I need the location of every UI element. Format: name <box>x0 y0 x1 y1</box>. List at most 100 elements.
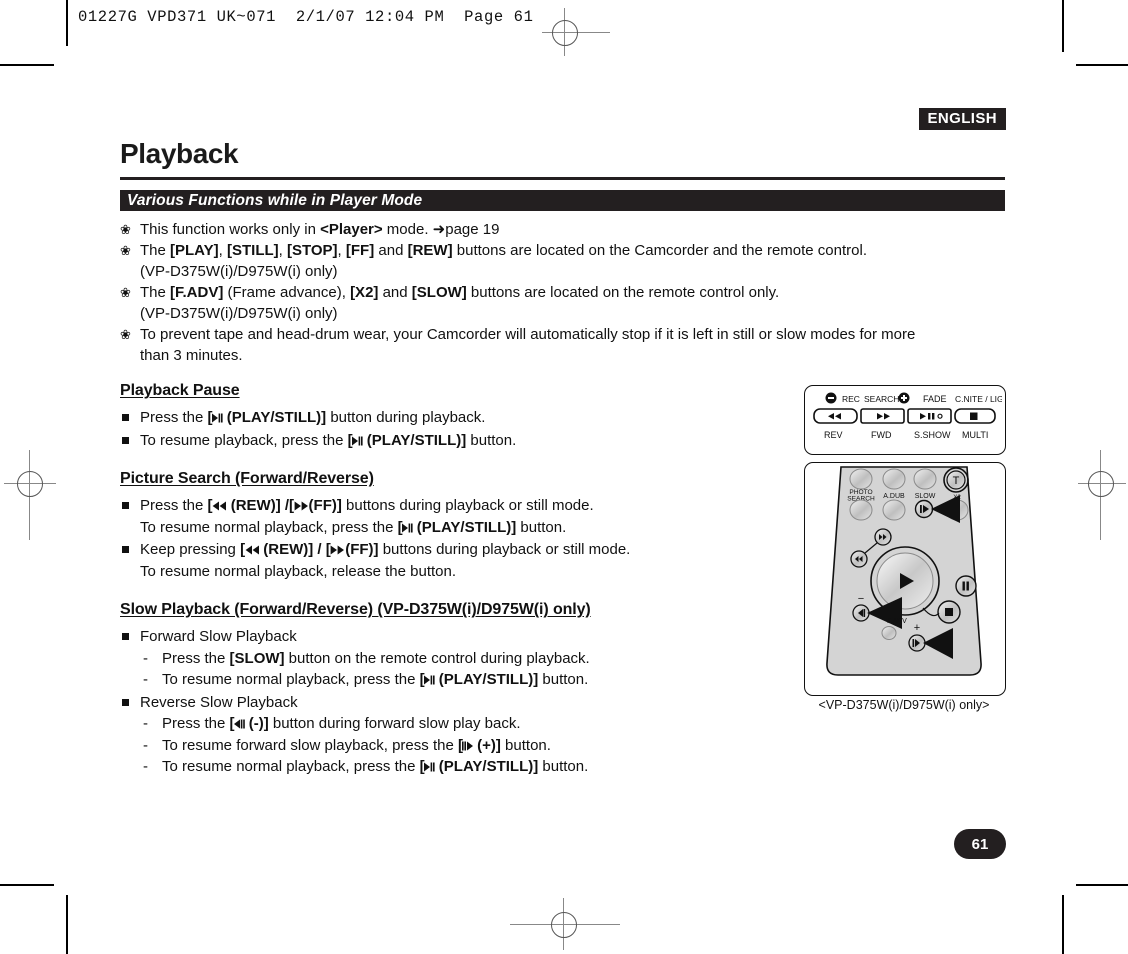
bullet-list: Press the [ (PLAY/STILL)] button during … <box>120 407 820 451</box>
note-subline: (VP-D375W(i)/D975W(i) only) <box>140 263 338 280</box>
bullet-list: Press the [ (REW)] /[(FF)] buttons durin… <box>120 495 820 582</box>
svg-text:SLOW: SLOW <box>915 493 936 500</box>
sub-list-item: - Press the [ (-)] button during forward … <box>140 713 840 735</box>
crop-mark-top-left-h <box>0 64 54 66</box>
flower-bullet-icon: ❀ <box>120 222 131 237</box>
fastforward-glyph-icon: [ <box>289 497 309 514</box>
flower-bullet-icon: ❀ <box>120 327 131 342</box>
svg-text:FWD: FWD <box>871 430 892 440</box>
title-rule <box>120 177 1005 180</box>
square-bullet-icon <box>122 698 129 706</box>
sub-list-item: - Press the [SLOW] button on the remote c… <box>140 648 840 670</box>
registration-mark-right <box>1078 450 1128 550</box>
figure-remote-control: T PHOTO SEARCH A.DUB SLOW X2 <box>804 462 1006 696</box>
svg-text:REV: REV <box>824 430 843 440</box>
fastforward-glyph-icon: [ <box>326 541 346 558</box>
flower-bullet-icon: ❀ <box>120 243 131 258</box>
section-heading: Picture Search (Forward/Reverse) <box>120 470 374 487</box>
crop-mark-bottom-right-h <box>1076 884 1128 886</box>
svg-text:MULTI: MULTI <box>962 430 988 440</box>
flower-bullet-icon: ❀ <box>120 285 131 300</box>
list-item: Press the [ (PLAY/STILL)] button during … <box>120 407 820 429</box>
play-still-glyph-icon: [ <box>420 758 439 775</box>
note-item: ❀ The [PLAY], [STILL], [STOP], [FF] and … <box>120 240 1015 282</box>
note-subline: (VP-D375W(i)/D975W(i) only) <box>140 305 338 322</box>
svg-text:REC: REC <box>842 394 860 404</box>
list-item: Press the [ (REW)] /[(FF)] buttons durin… <box>120 495 820 538</box>
crop-mark-bottom-left-v <box>66 895 68 954</box>
list-item: Reverse Slow Playback - Press the [ (-)] … <box>120 692 840 778</box>
play-still-glyph-icon: [ <box>208 409 227 426</box>
square-bullet-icon <box>122 414 129 421</box>
reverse-slow-glyph-icon: [ <box>230 715 249 732</box>
figure-camcorder-panel: REC SEARCH FADE C.NITE / LIGHT REV FWD S… <box>804 385 1015 455</box>
sub-list: - Press the [ (-)] button during forward … <box>140 713 840 778</box>
dash-bullet-icon: - <box>143 671 148 688</box>
notes-list: ❀ This function works only in <Player> m… <box>120 219 1015 366</box>
play-still-glyph-icon: [ <box>398 519 417 536</box>
list-item-continuation: To resume normal playback, release the b… <box>140 562 457 580</box>
note-text: The [PLAY], [STILL], [STOP], [FF] and [R… <box>140 242 867 259</box>
sub-list-item: - To resume forward slow playback, press … <box>140 735 840 757</box>
note-text: The [F.ADV] (Frame advance), [X2] and [S… <box>140 284 780 301</box>
note-text: To prevent tape and head-drum wear, your… <box>140 326 916 343</box>
square-bullet-icon <box>122 546 129 553</box>
figure-caption: <VP-D375W(i)/D975W(i) only> <box>818 698 990 712</box>
forward-slow-glyph-icon: [ <box>458 737 477 754</box>
bullet-list: Forward Slow Playback - Press the [SLOW] … <box>120 626 840 778</box>
manual-page: 01227G VPD371 UK~071 2/1/07 12:04 PM Pag… <box>0 0 1128 954</box>
rewind-glyph-icon: [ <box>240 541 263 558</box>
registration-mark-left <box>4 450 56 550</box>
remote-control-drawing: T PHOTO SEARCH A.DUB SLOW X2 <box>826 466 982 676</box>
svg-text:−: − <box>858 593 864 605</box>
list-item: Keep pressing [ (REW)] / [(FF)] buttons … <box>120 539 820 582</box>
crop-mark-top-right-v <box>1062 0 1064 52</box>
svg-text:FADE: FADE <box>923 394 947 404</box>
section-picture-search: Picture Search (Forward/Reverse) Press t… <box>120 470 820 583</box>
note-subline: than 3 minutes. <box>140 347 243 364</box>
note-item: ❀ The [F.ADV] (Frame advance), [X2] and … <box>120 282 1015 324</box>
svg-text:A.DUB: A.DUB <box>883 493 905 500</box>
list-item: Forward Slow Playback - Press the [SLOW] … <box>120 626 840 691</box>
svg-text:C.NITE / LIGHT: C.NITE / LIGHT <box>955 394 1002 404</box>
page-number-badge: 61 <box>954 829 1006 859</box>
registration-mark-top <box>520 8 610 56</box>
dash-bullet-icon: - <box>143 715 148 732</box>
arrow-icon: ➜ <box>432 221 446 238</box>
section-heading: Slow Playback (Forward/Reverse) (VP-D375… <box>120 601 591 618</box>
play-still-glyph-icon: [ <box>348 432 367 449</box>
printer-header: 01227G VPD371 UK~071 2/1/07 12:04 PM Pag… <box>78 8 534 26</box>
square-bullet-icon <box>122 633 129 640</box>
note-item: ❀ This function works only in <Player> m… <box>120 219 1015 240</box>
sub-list: - Press the [SLOW] button on the remote c… <box>140 648 840 691</box>
list-item: To resume playback, press the [ (PLAY/ST… <box>120 430 820 452</box>
square-bullet-icon <box>122 502 129 509</box>
dash-bullet-icon: - <box>143 649 148 667</box>
section-bar-label: Various Functions while in Player Mode <box>127 192 423 209</box>
dash-bullet-icon: - <box>143 758 148 775</box>
section-heading: Playback Pause <box>120 382 240 399</box>
note-item: ❀ To prevent tape and head-drum wear, yo… <box>120 324 1015 366</box>
svg-text:SEARCH: SEARCH <box>864 394 899 404</box>
square-bullet-icon <box>122 436 129 444</box>
note-text: This function works only in <Player> mod… <box>140 221 500 238</box>
page-title: Playback <box>120 138 239 169</box>
svg-text:S.SHOW: S.SHOW <box>914 430 951 440</box>
camcorder-panel-drawing: REC SEARCH FADE C.NITE / LIGHT REV FWD S… <box>813 392 1015 440</box>
svg-text:T: T <box>953 475 960 487</box>
crop-mark-bottom-right-v <box>1062 895 1064 954</box>
crop-mark-bottom-left-h <box>0 884 54 886</box>
play-still-glyph-icon: [ <box>420 671 439 688</box>
registration-mark-bottom <box>510 898 620 954</box>
sub-list-item: - To resume normal playback, press the [ … <box>140 669 840 691</box>
dash-bullet-icon: - <box>143 736 148 754</box>
crop-mark-top-left-v <box>66 0 68 46</box>
svg-text:F.ADV: F.ADV <box>887 618 907 625</box>
language-badge-label: ENGLISH <box>927 110 997 127</box>
section-slow-playback: Slow Playback (Forward/Reverse) (VP-D375… <box>120 601 840 779</box>
rewind-glyph-icon: [ <box>208 497 231 514</box>
svg-text:+: + <box>914 622 920 634</box>
page-number-label: 61 <box>971 835 989 853</box>
list-item-continuation: To resume normal playback, press the [ (… <box>140 518 567 536</box>
section-playback-pause: Playback Pause Press the [ (PLAY/STILL)]… <box>120 382 820 452</box>
